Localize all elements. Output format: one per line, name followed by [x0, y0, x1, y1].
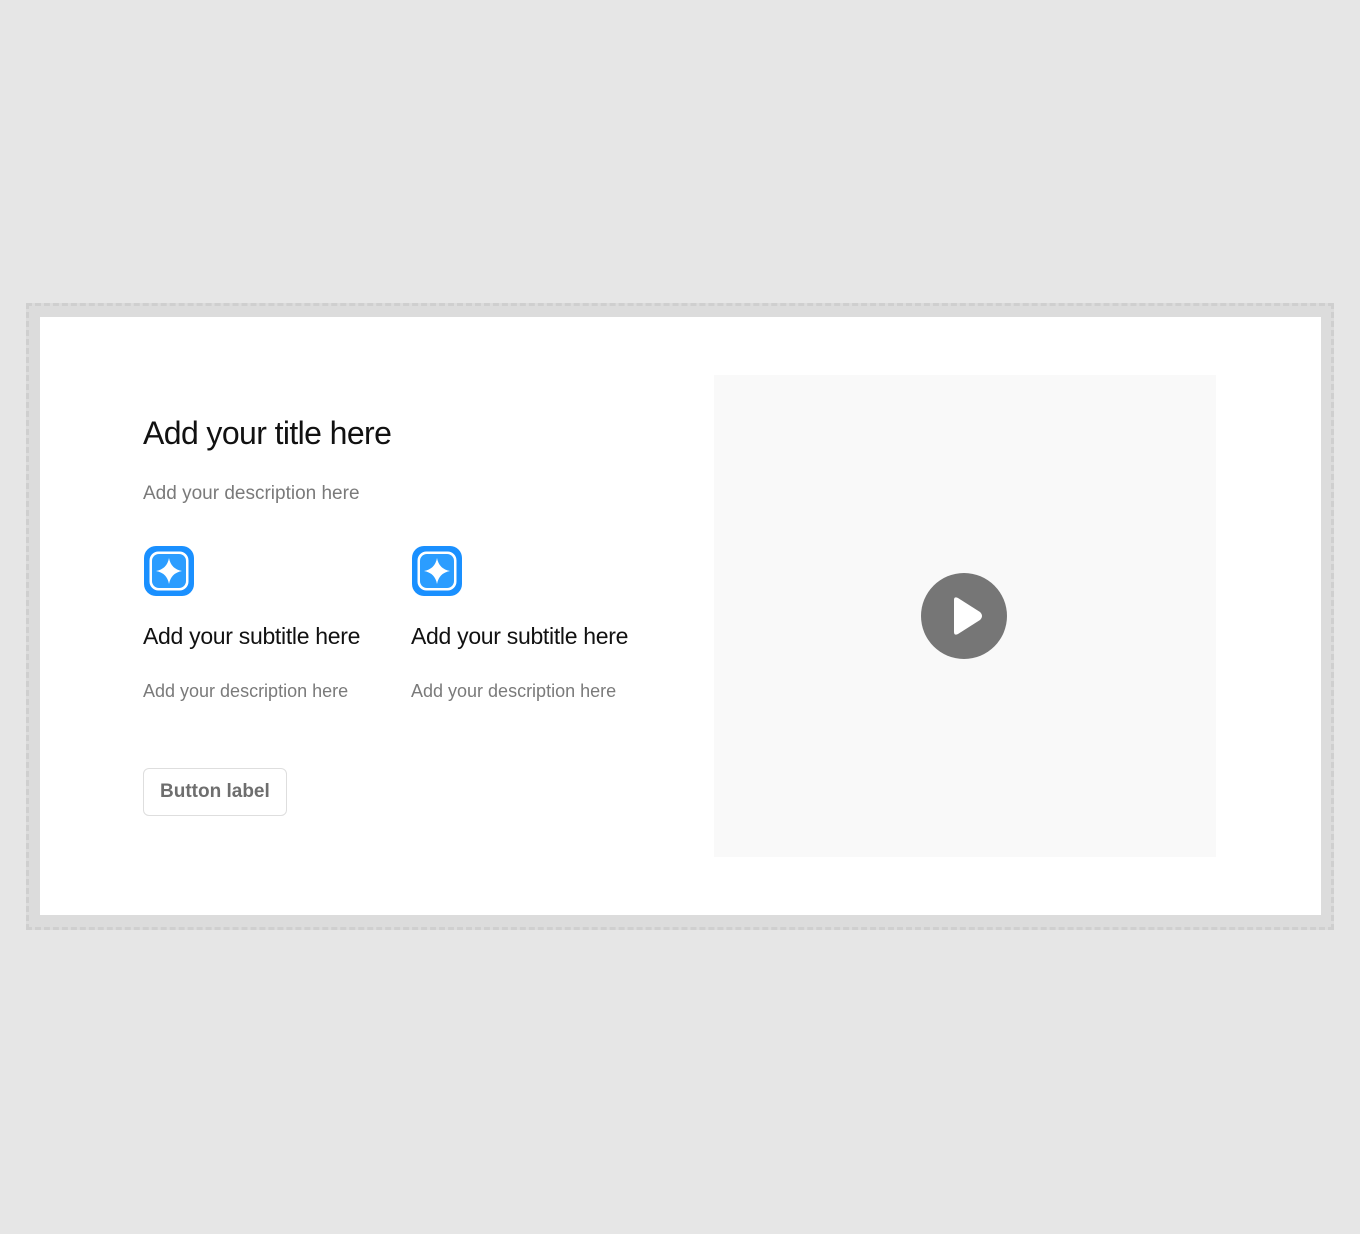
feature-description: Add your description here: [143, 681, 349, 701]
feature-section: Add your title here Add your description…: [40, 317, 1321, 915]
feature-item: Add your subtitle here Add your descript…: [143, 545, 383, 702]
feature-description: Add your description here: [411, 681, 617, 701]
play-icon[interactable]: [921, 573, 1007, 659]
feature-title: Add your subtitle here: [411, 623, 629, 649]
video-placeholder: [714, 375, 1216, 857]
page-description: Add your description here: [143, 483, 360, 504]
feature-item: Add your subtitle here Add your descript…: [411, 545, 651, 702]
sparkle-icon: [144, 546, 194, 596]
feature-title: Add your subtitle here: [143, 623, 361, 649]
sparkle-icon: [412, 546, 462, 596]
primary-button[interactable]: Button label: [143, 768, 287, 816]
page-title: Add your title here: [143, 415, 392, 451]
